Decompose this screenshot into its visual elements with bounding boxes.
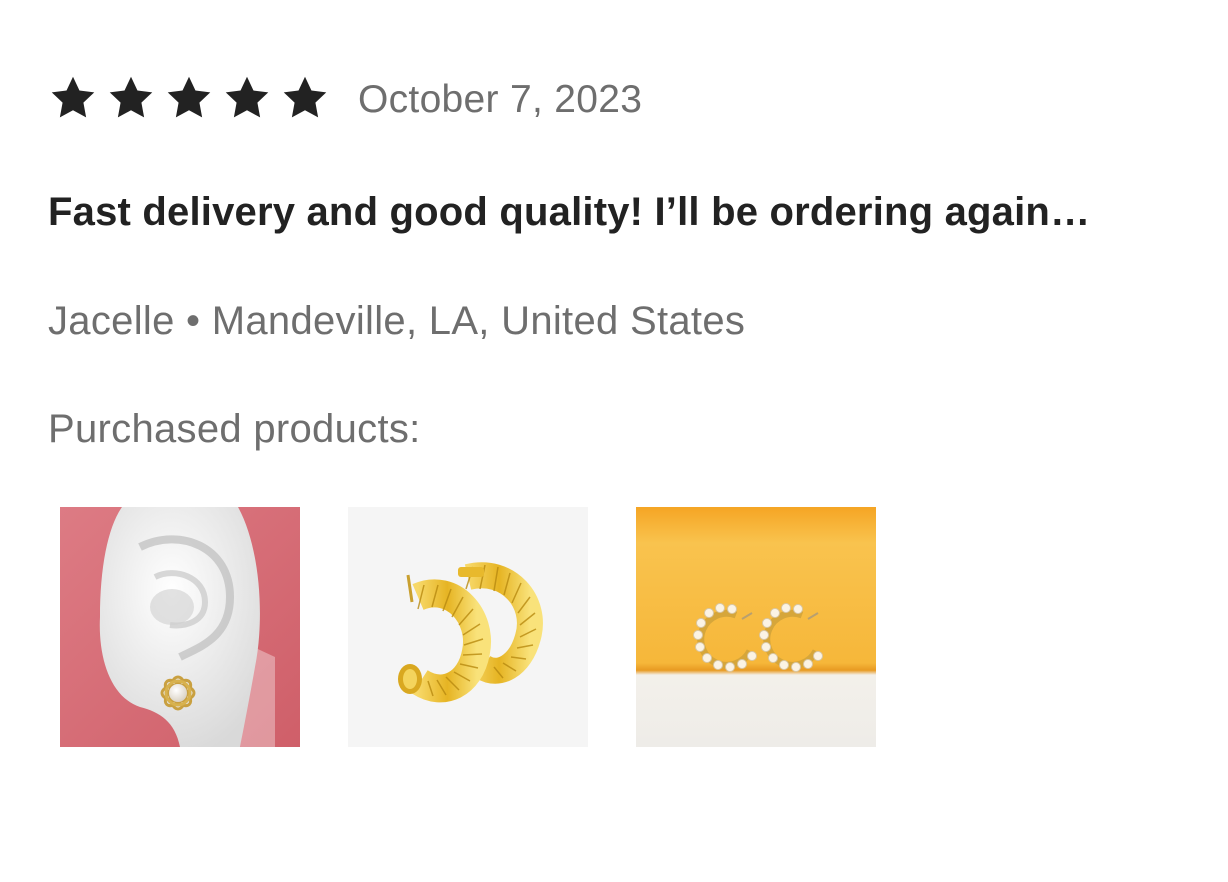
product-thumbnail-coil-hoops[interactable] bbox=[348, 507, 588, 747]
review-date: October 7, 2023 bbox=[358, 78, 643, 121]
product-thumbnail-flower-stud[interactable] bbox=[60, 507, 300, 747]
star-rating bbox=[48, 73, 330, 123]
star-filled-icon bbox=[222, 73, 272, 123]
product-thumbnail-pearl-c-hoops[interactable] bbox=[636, 507, 876, 747]
review-text[interactable]: Fast delivery and good quality! I’ll be … bbox=[48, 190, 1090, 235]
purchased-products-list bbox=[60, 507, 876, 747]
reviewer-info: Jacelle • Mandeville, LA, United States bbox=[48, 299, 746, 343]
review-card: October 7, 2023 Fast delivery and good q… bbox=[48, 70, 1188, 747]
star-filled-icon bbox=[48, 73, 98, 123]
rating-row: October 7, 2023 bbox=[48, 70, 1188, 130]
star-filled-icon bbox=[280, 73, 330, 123]
star-filled-icon bbox=[106, 73, 156, 123]
purchased-products-label: Purchased products: bbox=[48, 407, 421, 451]
star-filled-icon bbox=[164, 73, 214, 123]
